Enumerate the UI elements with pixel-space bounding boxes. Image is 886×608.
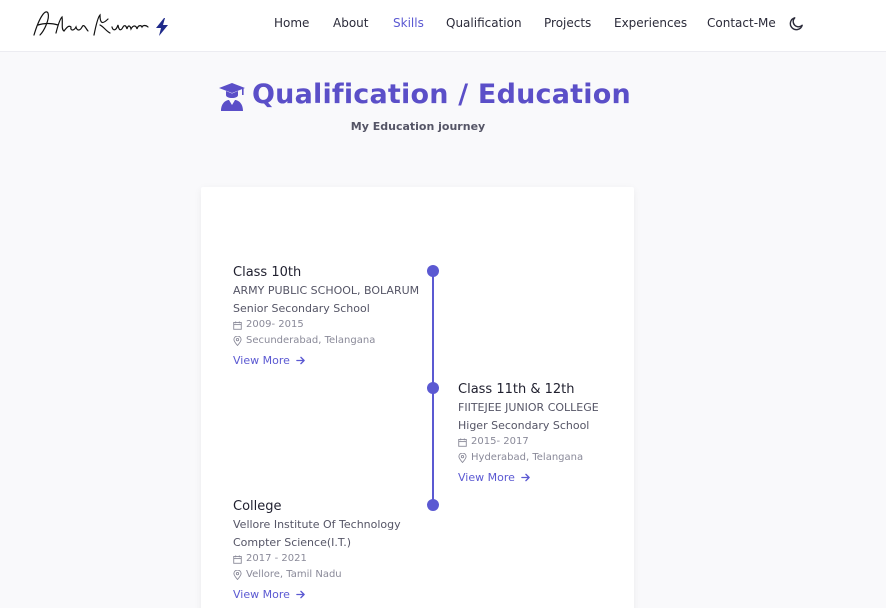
nav-projects[interactable]: Projects [544, 16, 591, 30]
nav-skills[interactable]: Skills [393, 16, 424, 30]
signature-logo[interactable] [30, 5, 150, 43]
nav-experiences[interactable]: Experiences [614, 16, 687, 30]
nav-contact-me[interactable]: Contact-Me [707, 16, 776, 30]
entry-location: Secunderabad, Telangana [246, 335, 376, 346]
view-more-button[interactable]: View More [458, 471, 530, 484]
entry-years-row: 2009- 2015 [233, 317, 423, 333]
entry-title: College [233, 499, 282, 514]
view-more-button[interactable]: View More [233, 588, 305, 601]
entry-institution: Vellore Institute Of Technology [233, 518, 401, 531]
arrow-right-icon [296, 356, 305, 365]
location-pin-icon [233, 336, 242, 346]
entry-level: Compter Science(I.T.) [233, 536, 352, 549]
entry-years: 2017 - 2021 [246, 553, 307, 564]
timeline-dot [427, 382, 439, 394]
entry-years: 2015- 2017 [471, 436, 529, 447]
timeline-entry-class-11-12: Class 11th & 12th FIITEJEE JUNIOR COLLEG… [458, 381, 648, 485]
view-more-label: View More [233, 354, 290, 367]
bolt-icon [156, 18, 168, 36]
calendar-icon [233, 554, 242, 564]
entry-institution: FIITEJEE JUNIOR COLLEGE [458, 401, 599, 414]
moon-icon[interactable] [788, 15, 805, 32]
entry-location: Vellore, Tamil Nadu [246, 569, 342, 580]
nav-about[interactable]: About [333, 16, 368, 30]
site-header: Home About Skills Qualification Projects… [0, 0, 886, 52]
timeline-dot [427, 499, 439, 511]
entry-years-row: 2017 - 2021 [233, 551, 423, 567]
entry-institution: ARMY PUBLIC SCHOOL, BOLARUM [233, 284, 420, 297]
entry-level: Higer Secondary School [458, 419, 590, 432]
entry-location: Hyderabad, Telangana [471, 452, 584, 463]
calendar-icon [233, 320, 242, 330]
location-pin-icon [233, 570, 242, 580]
entry-years: 2009- 2015 [246, 319, 304, 330]
page-subtitle: My Education journey [350, 120, 486, 133]
arrow-right-icon [296, 590, 305, 599]
view-more-button[interactable]: View More [233, 354, 305, 367]
entry-years-row: 2015- 2017 [458, 434, 648, 450]
timeline-entry-college: College Vellore Institute Of Technology … [233, 498, 423, 602]
entry-level: Senior Secondary School [233, 302, 370, 315]
calendar-icon [458, 437, 467, 447]
nav-qualification[interactable]: Qualification [446, 16, 522, 30]
timeline-entry-class-10: Class 10th ARMY PUBLIC SCHOOL, BOLARUM S… [233, 264, 423, 368]
entry-location-row: Secunderabad, Telangana [233, 333, 423, 349]
view-more-label: View More [458, 471, 515, 484]
location-pin-icon [458, 453, 467, 463]
page-title: Qualification / Education [252, 79, 631, 110]
entry-location-row: Hyderabad, Telangana [458, 450, 648, 466]
graduate-icon [219, 83, 245, 111]
arrow-right-icon [521, 473, 530, 482]
entry-title: Class 10th [233, 265, 302, 280]
view-more-label: View More [233, 588, 290, 601]
entry-location-row: Vellore, Tamil Nadu [233, 567, 423, 583]
nav-home[interactable]: Home [274, 16, 309, 30]
timeline-dot [427, 265, 439, 277]
entry-title: Class 11th & 12th [458, 382, 575, 397]
